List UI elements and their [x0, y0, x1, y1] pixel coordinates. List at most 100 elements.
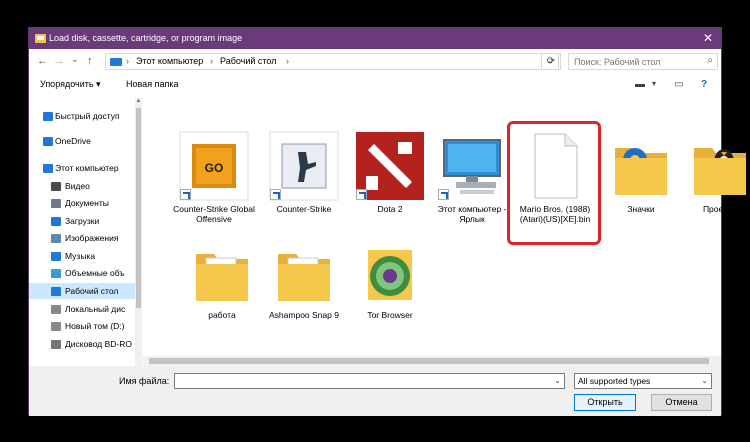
- csgo-icon: GO: [178, 130, 250, 202]
- music-icon: [51, 252, 61, 261]
- title-bar: Load disk, cassette, cartridge, or progr…: [29, 28, 721, 49]
- shortcut-arrow-icon: [270, 189, 281, 200]
- highlight-annotation: [507, 121, 601, 245]
- sidebar-item-label: Локальный дис: [65, 304, 126, 314]
- command-bar: Упорядочить ▾ Новая папка ▬ ▾ ▭ ?: [29, 75, 721, 95]
- scroll-up-icon[interactable]: ▲: [135, 98, 142, 104]
- sidebar-item-label: Видео: [65, 181, 90, 191]
- recent-locations-button[interactable]: ⌄: [71, 54, 79, 65]
- file-label: Counter-Strike: [276, 204, 332, 214]
- scrollbar-thumb[interactable]: [136, 108, 141, 308]
- close-button[interactable]: ✕: [703, 31, 713, 45]
- drive-icon: [51, 322, 61, 331]
- view-options-icon[interactable]: ▬: [635, 79, 645, 90]
- file-item[interactable]: GO Counter-Strike Global Offensive: [173, 130, 255, 224]
- sidebar-item-label: Объемные объ: [65, 268, 125, 278]
- forward-button[interactable]: →: [53, 55, 64, 67]
- documents-icon: [51, 199, 61, 208]
- window-title: Load disk, cassette, cartridge, or progr…: [49, 33, 243, 43]
- sidebar-item[interactable]: Рабочий стол: [29, 283, 135, 299]
- file-item[interactable]: Этот компьютер - Ярлык: [431, 130, 513, 224]
- counter-strike-icon: [268, 130, 340, 202]
- optical-drive-icon: [51, 340, 61, 349]
- computer-icon: [43, 164, 53, 173]
- sidebar-item[interactable]: Загрузки: [29, 213, 135, 229]
- horizontal-scrollbar[interactable]: [143, 356, 721, 366]
- sidebar-item[interactable]: OneDrive: [29, 133, 135, 149]
- filetype-dropdown-icon: ⌄: [701, 376, 708, 385]
- computer-icon: [436, 130, 508, 202]
- file-item[interactable]: Counter-Strike: [263, 130, 345, 214]
- file-item[interactable]: Проекты: [679, 130, 750, 214]
- computer-icon: [110, 58, 122, 66]
- preview-pane-icon[interactable]: ▭: [674, 79, 683, 90]
- up-button[interactable]: ↑: [87, 55, 93, 67]
- sidebar-item[interactable]: Изображения: [29, 230, 135, 246]
- shortcut-arrow-icon: [438, 189, 449, 200]
- file-label: работа: [208, 310, 236, 320]
- file-item[interactable]: Ashampoo Snap 9: [263, 236, 345, 320]
- search-placeholder: Поиск: Рабочий стол: [574, 57, 661, 67]
- file-label: Counter-Strike Global Offensive: [173, 204, 255, 224]
- address-bar[interactable]: › Этот компьютер › Рабочий стол › ⌄: [105, 53, 559, 70]
- sidebar-item[interactable]: Быстрый доступ: [29, 108, 135, 124]
- cancel-button[interactable]: Отмена: [651, 394, 712, 411]
- sidebar-item[interactable]: Документы: [29, 195, 135, 211]
- back-button[interactable]: ←: [37, 55, 48, 67]
- view-dropdown-icon[interactable]: ▾: [652, 79, 656, 88]
- sidebar-item[interactable]: Этот компьютер: [29, 160, 135, 176]
- scrollbar-thumb[interactable]: [149, 358, 709, 364]
- breadcrumb-separator: ›: [210, 56, 213, 66]
- shortcut-arrow-icon: [356, 189, 367, 200]
- folder-penguin-icon: [684, 130, 750, 202]
- navigation-scrollbar[interactable]: ▲ ▼: [135, 98, 142, 373]
- drive-icon: [51, 305, 61, 314]
- file-item[interactable]: Значки: [600, 130, 682, 214]
- video-icon: [51, 182, 61, 191]
- file-label: Значки: [627, 204, 655, 214]
- bottom-panel: Имя файла: ⌄ All supported types ⌄ Откры…: [29, 366, 721, 416]
- sidebar-item[interactable]: Дисковод BD-RO: [29, 336, 135, 352]
- star-icon: [43, 112, 53, 121]
- file-item[interactable]: Tor Browser: [349, 236, 431, 320]
- navigation-pane: Быстрый доступ OneDrive Этот компьютер Виде…: [29, 98, 142, 368]
- refresh-button[interactable]: ⟳: [541, 53, 561, 70]
- folder-icon: [186, 236, 258, 308]
- breadcrumb-separator: ›: [286, 56, 289, 66]
- file-label: Tor Browser: [367, 310, 413, 320]
- search-box[interactable]: Поиск: Рабочий стол ⌕: [568, 53, 718, 70]
- app-icon: [35, 34, 46, 43]
- breadcrumb-this-pc[interactable]: Этот компьютер: [136, 56, 203, 66]
- sidebar-item[interactable]: Локальный дис: [29, 301, 135, 317]
- filename-input[interactable]: ⌄: [174, 373, 565, 389]
- downloads-icon: [51, 217, 61, 226]
- sidebar-item-label: Дисковод BD-RO: [65, 339, 132, 349]
- organize-button[interactable]: Упорядочить ▾: [40, 79, 101, 90]
- shortcut-arrow-icon: [180, 189, 191, 200]
- filetype-value: All supported types: [578, 376, 651, 386]
- folder-gear-icon: [605, 130, 677, 202]
- sidebar-item[interactable]: Объемные объ: [29, 265, 135, 281]
- filename-dropdown-icon[interactable]: ⌄: [554, 376, 561, 385]
- filetype-select[interactable]: All supported types ⌄: [574, 373, 712, 389]
- breadcrumb-desktop[interactable]: Рабочий стол: [220, 56, 277, 66]
- sidebar-item[interactable]: Музыка: [29, 248, 135, 264]
- file-label: Ashampoo Snap 9: [269, 310, 339, 320]
- file-item[interactable]: Dota 2: [349, 130, 431, 214]
- dota2-icon: [354, 130, 426, 202]
- cloud-icon: [43, 137, 53, 146]
- file-label: Этот компьютер - Ярлык: [437, 204, 507, 224]
- help-icon[interactable]: ?: [701, 79, 707, 90]
- file-label: Проекты: [702, 204, 738, 214]
- file-item[interactable]: работа: [181, 236, 263, 320]
- search-icon: ⌕: [707, 55, 713, 66]
- sidebar-item-label: Музыка: [65, 251, 96, 261]
- sidebar-item-label: Изображения: [65, 233, 119, 243]
- new-folder-button[interactable]: Новая папка: [126, 79, 178, 89]
- sidebar-item[interactable]: Новый том (D:): [29, 318, 135, 334]
- open-button[interactable]: Открыть: [574, 394, 636, 411]
- sidebar-item-label: OneDrive: [55, 136, 91, 146]
- sidebar-item-label: Документы: [65, 198, 109, 208]
- tor-browser-icon: [354, 236, 426, 308]
- sidebar-item[interactable]: Видео: [29, 178, 135, 194]
